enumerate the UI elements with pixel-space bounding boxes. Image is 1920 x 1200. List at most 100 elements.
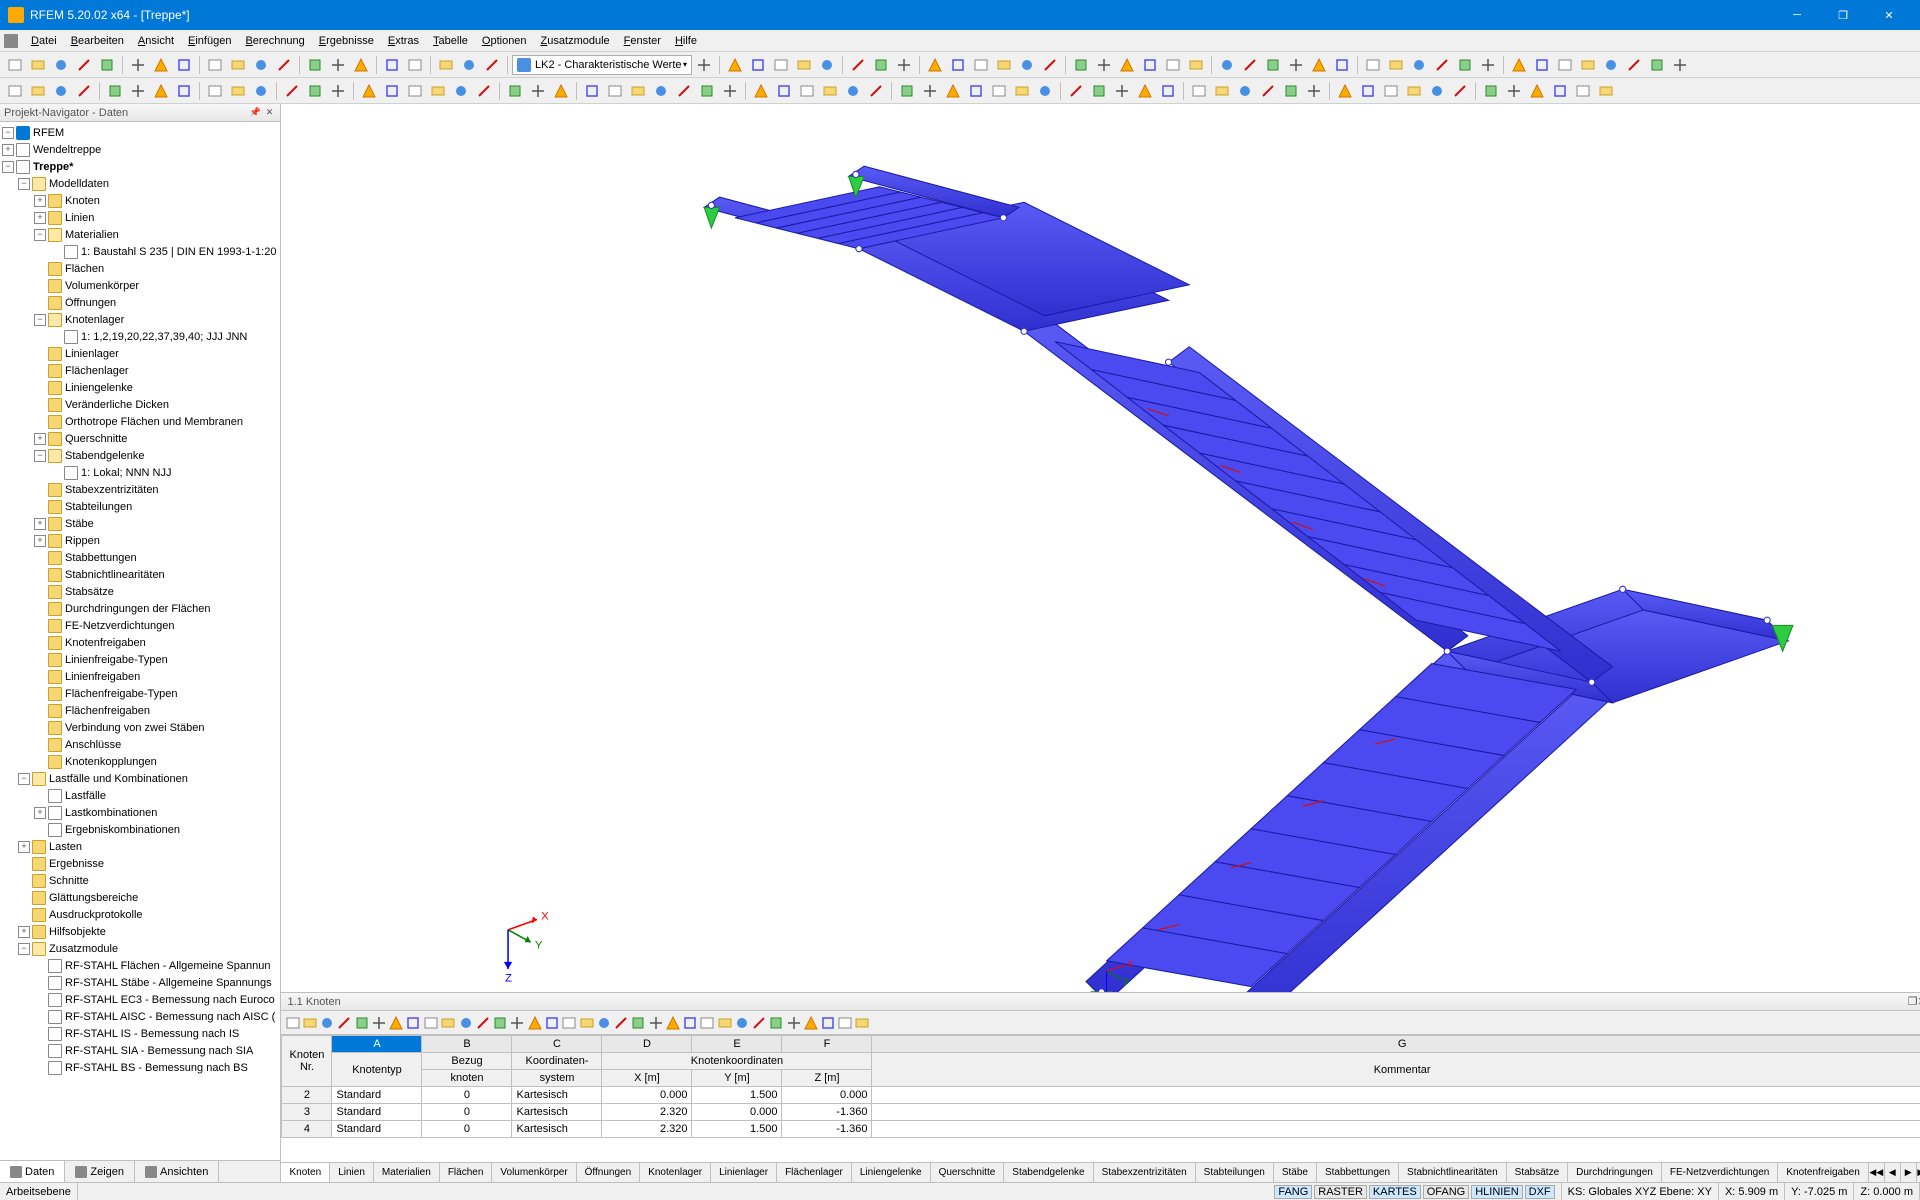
toolbar-button-tb2-56[interactable] bbox=[1380, 80, 1402, 102]
toolbar-button-tb1-2[interactable] bbox=[50, 54, 72, 76]
table-toolbar-btn-30[interactable] bbox=[803, 1015, 819, 1031]
menu-extras[interactable]: Extras bbox=[381, 33, 426, 49]
tree-node[interactable]: +Hilfsobjekte bbox=[2, 923, 278, 940]
toolbar-button-tb1-8[interactable] bbox=[204, 54, 226, 76]
toolbar-button-tb2-39[interactable] bbox=[965, 80, 987, 102]
tree-node[interactable]: Orthotrope Flächen und Membranen bbox=[2, 413, 278, 430]
toolbar-button-tb1-11[interactable] bbox=[273, 54, 295, 76]
toolbar-button-tb1-51[interactable] bbox=[1431, 54, 1453, 76]
tree-node[interactable]: RF-STAHL EC3 - Bemessung nach Euroco bbox=[2, 991, 278, 1008]
toolbar-button-tb1-34[interactable] bbox=[1016, 54, 1038, 76]
tree-node[interactable]: +Stäbe bbox=[2, 515, 278, 532]
tree-node[interactable]: −Stabendgelenke bbox=[2, 447, 278, 464]
toolbar-button-tb2-45[interactable] bbox=[1111, 80, 1133, 102]
toolbar-button-tb1-39[interactable] bbox=[1139, 54, 1161, 76]
toolbar-button-tb2-46[interactable] bbox=[1134, 80, 1156, 102]
tree-node[interactable]: −Treppe* bbox=[2, 158, 278, 175]
toolbar-button-tb1-9[interactable] bbox=[227, 54, 249, 76]
toolbar-button-tb2-58[interactable] bbox=[1426, 80, 1448, 102]
table-toolbar-btn-25[interactable] bbox=[717, 1015, 733, 1031]
tree-node[interactable]: 1: Lokal; NNN NJJ bbox=[2, 464, 278, 481]
tree-node[interactable]: RF-STAHL Stäbe - Allgemeine Spannungs bbox=[2, 974, 278, 991]
navigator-tree[interactable]: −RFEM+Wendeltreppe−Treppe*−Modelldaten+K… bbox=[0, 122, 280, 1160]
toolbar-button-tb1-12[interactable] bbox=[304, 54, 326, 76]
close-button[interactable]: ✕ bbox=[1866, 0, 1912, 30]
toolbar-button-tb1-42[interactable] bbox=[1216, 54, 1238, 76]
toolbar-button-tb2-11[interactable] bbox=[281, 80, 303, 102]
tree-node[interactable]: Stabbettungen bbox=[2, 549, 278, 566]
tree-node[interactable]: RF-STAHL BS - Bemessung nach BS bbox=[2, 1059, 278, 1076]
table-tab-13[interactable]: Stabteilungen bbox=[1196, 1163, 1274, 1182]
table-tab-12[interactable]: Stabexzentrizitäten bbox=[1094, 1163, 1196, 1182]
tree-node[interactable]: Flächenfreigaben bbox=[2, 702, 278, 719]
toolbar-button-tb1-49[interactable] bbox=[1385, 54, 1407, 76]
toolbar-button-tb2-60[interactable] bbox=[1480, 80, 1502, 102]
table-tab-15[interactable]: Stabbettungen bbox=[1317, 1163, 1399, 1182]
tree-node[interactable]: RF-STAHL SIA - Bemessung nach SIA bbox=[2, 1042, 278, 1059]
tree-node[interactable]: Lastfälle bbox=[2, 787, 278, 804]
tree-node[interactable]: +Querschnitte bbox=[2, 430, 278, 447]
menu-einfügen[interactable]: Einfügen bbox=[181, 33, 238, 49]
minimize-button[interactable]: ─ bbox=[1774, 0, 1820, 30]
toolbar-button-tb2-63[interactable] bbox=[1549, 80, 1571, 102]
tree-node[interactable]: 1: Baustahl S 235 | DIN EN 1993-1-1:20 bbox=[2, 243, 278, 260]
toolbar-button-tb2-17[interactable] bbox=[427, 80, 449, 102]
toolbar-button-tb1-17[interactable] bbox=[435, 54, 457, 76]
toolbar-button-tb2-41[interactable] bbox=[1011, 80, 1033, 102]
status-toggle-raster[interactable]: RASTER bbox=[1314, 1185, 1367, 1199]
toolbar-button-tb1-50[interactable] bbox=[1408, 54, 1430, 76]
toolbar-button-tb2-37[interactable] bbox=[919, 80, 941, 102]
toolbar-button-tb2-31[interactable] bbox=[773, 80, 795, 102]
table-toolbar-btn-16[interactable] bbox=[561, 1015, 577, 1031]
table-tab-8[interactable]: Flächenlager bbox=[777, 1163, 852, 1182]
nodes-table[interactable]: KnotenNr.ABCDEFGKnotentypBezugKoordinate… bbox=[281, 1035, 1920, 1138]
table-toolbar-btn-11[interactable] bbox=[475, 1015, 491, 1031]
toolbar-button-tb2-64[interactable] bbox=[1572, 80, 1594, 102]
table-toolbar-btn-4[interactable] bbox=[354, 1015, 370, 1031]
table-toolbar-btn-6[interactable] bbox=[388, 1015, 404, 1031]
table-tab-7[interactable]: Linienlager bbox=[711, 1163, 777, 1182]
status-toggle-ofang[interactable]: OFANG bbox=[1423, 1185, 1470, 1199]
table-toolbar-btn-33[interactable] bbox=[854, 1015, 870, 1031]
table-tab-18[interactable]: Durchdringungen bbox=[1568, 1163, 1662, 1182]
tree-node[interactable]: Schnitte bbox=[2, 872, 278, 889]
toolbar-button-tb1-30[interactable] bbox=[924, 54, 946, 76]
table-toolbar-btn-20[interactable] bbox=[630, 1015, 646, 1031]
tree-node[interactable]: Liniengelenke bbox=[2, 379, 278, 396]
nav-tab-daten[interactable]: Daten bbox=[0, 1161, 65, 1182]
toolbar-button-tb1-53[interactable] bbox=[1477, 54, 1499, 76]
menu-datei[interactable]: Datei bbox=[24, 33, 64, 49]
table-toolbar-btn-32[interactable] bbox=[837, 1015, 853, 1031]
toolbar-button-tb2-12[interactable] bbox=[304, 80, 326, 102]
table-toolbar-btn-14[interactable] bbox=[527, 1015, 543, 1031]
table-toolbar-btn-31[interactable] bbox=[820, 1015, 836, 1031]
status-toggle-fang[interactable]: FANG bbox=[1274, 1185, 1312, 1199]
tree-node[interactable]: Ergebnisse bbox=[2, 855, 278, 872]
tree-node[interactable]: Öffnungen bbox=[2, 294, 278, 311]
table-toolbar-btn-7[interactable] bbox=[405, 1015, 421, 1031]
toolbar-button-tb1-61[interactable] bbox=[1669, 54, 1691, 76]
toolbar-button-tb1-7[interactable] bbox=[173, 54, 195, 76]
toolbar-button-tb2-24[interactable] bbox=[604, 80, 626, 102]
tree-node[interactable]: −Zusatzmodule bbox=[2, 940, 278, 957]
tree-node[interactable]: Stabnichtlinearitäten bbox=[2, 566, 278, 583]
toolbar-button-tb1-29[interactable] bbox=[893, 54, 915, 76]
status-toggle-dxf[interactable]: DXF bbox=[1525, 1185, 1555, 1199]
toolbar-button-tb2-33[interactable] bbox=[819, 80, 841, 102]
tree-node[interactable]: RF-STAHL IS - Bemessung nach IS bbox=[2, 1025, 278, 1042]
toolbar-button-tb2-50[interactable] bbox=[1234, 80, 1256, 102]
tree-node[interactable]: Durchdringungen der Flächen bbox=[2, 600, 278, 617]
tree-node[interactable]: Stabteilungen bbox=[2, 498, 278, 515]
toolbar-button-tb1-24[interactable] bbox=[770, 54, 792, 76]
toolbar-button-tb2-54[interactable] bbox=[1334, 80, 1356, 102]
tree-node[interactable]: +Wendeltreppe bbox=[2, 141, 278, 158]
table-tab-nav[interactable]: ◀ bbox=[1885, 1163, 1901, 1182]
toolbar-button-tb1-0[interactable] bbox=[4, 54, 26, 76]
table-tab-20[interactable]: Knotenfreigaben bbox=[1778, 1163, 1868, 1182]
toolbar-button-tb1-48[interactable] bbox=[1362, 54, 1384, 76]
tree-node[interactable]: −Knotenlager bbox=[2, 311, 278, 328]
table-toolbar-btn-12[interactable] bbox=[492, 1015, 508, 1031]
tree-node[interactable]: RF-STAHL Flächen - Allgemeine Spannun bbox=[2, 957, 278, 974]
toolbar-button-tb1-35[interactable] bbox=[1039, 54, 1061, 76]
toolbar-button-tb2-20[interactable] bbox=[504, 80, 526, 102]
